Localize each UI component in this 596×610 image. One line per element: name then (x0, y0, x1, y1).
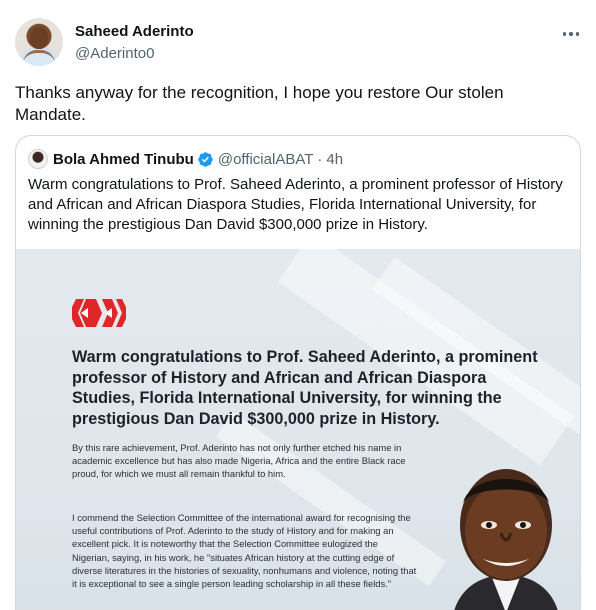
tweet: Saheed Aderinto @Aderinto0 Thanks anyway… (0, 0, 596, 610)
verified-badge-icon (198, 151, 213, 167)
separator-dot: · (317, 150, 323, 168)
quoted-tweet-image[interactable]: Warm congratulations to Prof. Saheed Ade… (16, 249, 580, 610)
author-info: Saheed Aderinto @Aderinto0 (75, 22, 194, 64)
tweet-text: Thanks anyway for the recognition, I hop… (15, 83, 504, 124)
quoted-handle[interactable]: @officialABAT (218, 151, 314, 168)
portrait-photo (454, 469, 558, 610)
author-handle[interactable]: @Aderinto0 (75, 44, 194, 64)
avatar-shirt (23, 50, 55, 66)
more-dot (569, 32, 573, 36)
quoted-timestamp[interactable]: 4h (326, 151, 343, 168)
logo-icon (72, 299, 126, 327)
author-display-name[interactable]: Saheed Aderinto (75, 22, 194, 42)
avatar-face (30, 27, 48, 49)
quoted-tweet-header: Bola Ahmed Tinubu @officialABAT · 4h (28, 149, 343, 169)
image-paragraph: I commend the Selection Committee of the… (72, 512, 417, 590)
avatar[interactable] (15, 18, 63, 66)
quoted-display-name[interactable]: Bola Ahmed Tinubu (53, 151, 194, 168)
tweet-header: Saheed Aderinto @Aderinto0 (15, 12, 585, 70)
more-icon[interactable] (559, 24, 583, 44)
more-dot (562, 32, 567, 36)
quoted-tweet-text: Warm congratulations to Prof. Saheed Ade… (28, 176, 563, 233)
quoted-tweet[interactable]: Bola Ahmed Tinubu @officialABAT · 4h War… (15, 135, 581, 610)
image-headline: Warm congratulations to Prof. Saheed Ade… (72, 348, 538, 428)
quoted-avatar[interactable] (28, 149, 48, 169)
image-paragraph: By this rare achievement, Prof. Aderinto… (72, 442, 406, 480)
more-dot (575, 32, 580, 36)
